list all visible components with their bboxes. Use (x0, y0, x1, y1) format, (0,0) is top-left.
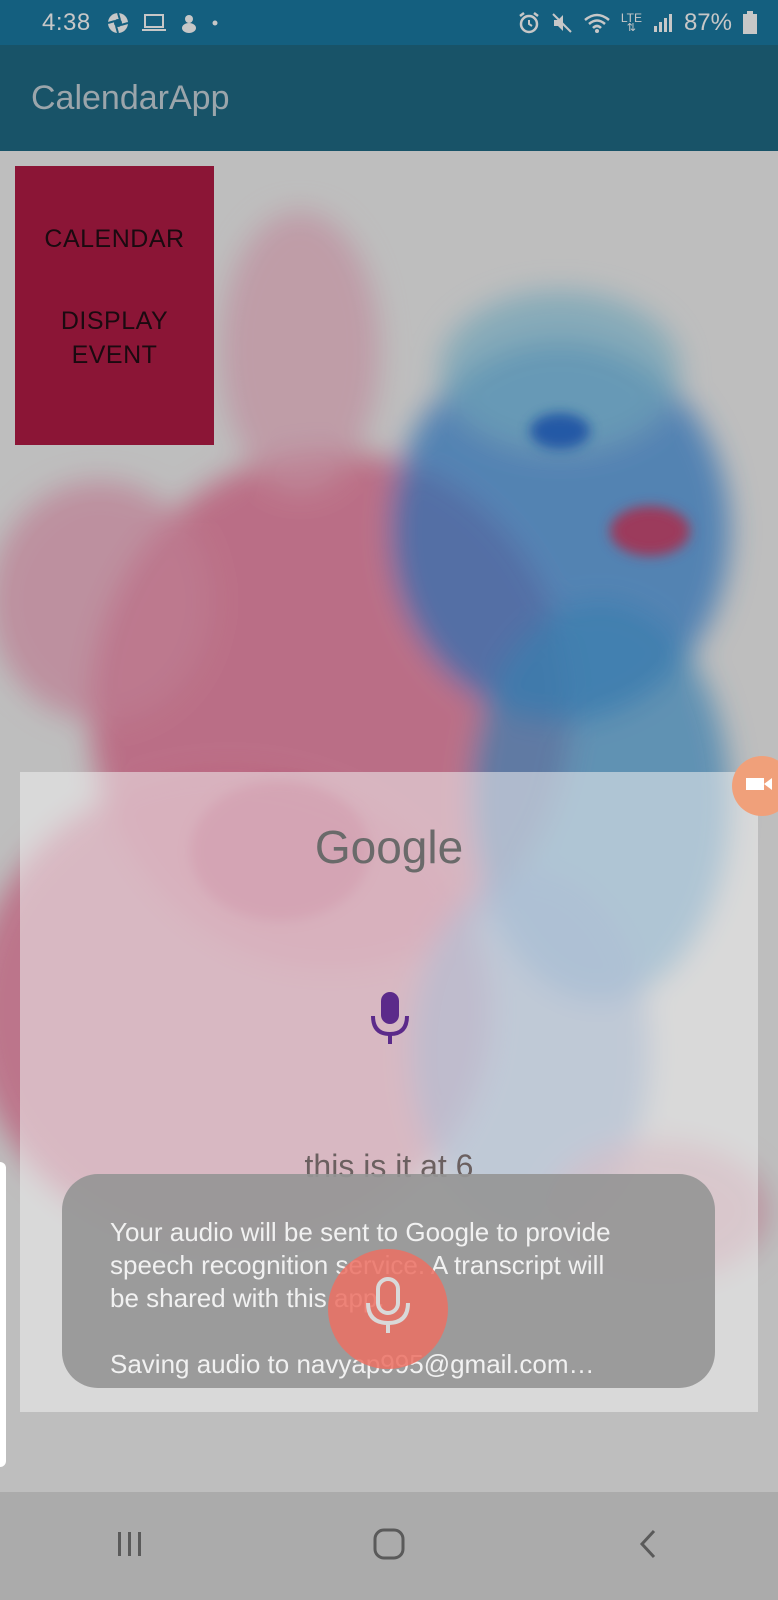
calendar-button[interactable]: CALENDAR (15, 222, 214, 256)
display-event-button[interactable]: DISPLAY EVENT (15, 304, 214, 372)
back-icon (637, 1528, 659, 1565)
back-button[interactable] (608, 1516, 688, 1576)
mic-record-button[interactable] (328, 1249, 448, 1369)
microphone-icon (368, 990, 412, 1055)
toast-line-1: Your audio will be sent to Google to pro… (110, 1217, 611, 1247)
display-event-label-line1: DISPLAY (60, 307, 169, 335)
menu-panel: CALENDAR DISPLAY EVENT (15, 166, 214, 445)
recent-apps-icon (115, 1530, 145, 1563)
video-camera-icon (744, 774, 774, 799)
google-logo: Google (314, 821, 464, 873)
microphone-icon (362, 1275, 414, 1344)
display-event-label-line2: EVENT (71, 341, 158, 369)
navigation-bar (0, 1492, 778, 1600)
home-icon (372, 1527, 406, 1566)
edge-panel-handle[interactable] (0, 1162, 6, 1467)
home-button[interactable] (349, 1516, 429, 1576)
recent-apps-button[interactable] (90, 1516, 170, 1576)
